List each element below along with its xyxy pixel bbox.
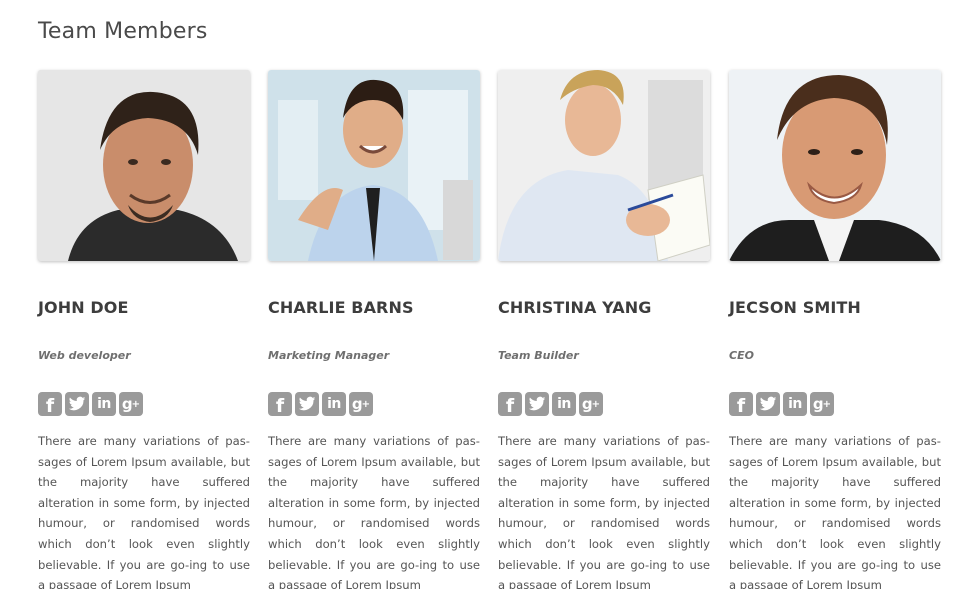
social-links: f in g + — [729, 392, 834, 417]
portrait-photo-icon — [38, 70, 250, 261]
linkedin-icon[interactable]: in — [322, 392, 346, 416]
facebook-icon[interactable]: f — [38, 392, 62, 417]
member-photo — [38, 70, 250, 261]
facebook-icon[interactable]: f — [729, 392, 753, 417]
portrait-photo-icon — [268, 70, 480, 261]
team-member-card: JECSON SMITH CEO f in g + There are many … — [729, 70, 941, 589]
google-plus-icon[interactable]: g + — [579, 392, 603, 416]
member-role: Marketing Manager — [268, 349, 390, 362]
facebook-icon[interactable]: f — [498, 392, 522, 417]
member-photo — [498, 70, 710, 261]
member-name: CHARLIE BARNS — [268, 298, 414, 317]
member-role: Web developer — [38, 349, 131, 362]
member-name: CHRISTINA YANG — [498, 298, 652, 317]
member-role: CEO — [729, 349, 754, 362]
team-members-grid: JOHN DOE Web developer f in g + There are… — [0, 0, 965, 589]
team-member-card: CHARLIE BARNS Marketing Manager f in g + … — [268, 70, 480, 589]
twitter-icon[interactable] — [756, 392, 780, 416]
member-bio: There are many variations of pas-sages o… — [729, 434, 941, 589]
member-bio: There are many variations of pas-sages o… — [498, 434, 710, 589]
twitter-icon[interactable] — [295, 392, 319, 416]
twitter-icon[interactable] — [525, 392, 549, 416]
twitter-icon[interactable] — [65, 392, 89, 416]
social-links: f in g + — [38, 392, 143, 417]
member-photo — [268, 70, 480, 261]
member-photo — [729, 70, 941, 261]
linkedin-icon[interactable]: in — [552, 392, 576, 416]
member-role: Team Builder — [498, 349, 579, 362]
portrait-photo-icon — [729, 70, 941, 261]
member-name: JECSON SMITH — [729, 298, 861, 317]
member-bio: There are many variations of pas-sages o… — [38, 434, 250, 589]
social-links: f in g + — [498, 392, 603, 417]
linkedin-icon[interactable]: in — [92, 392, 116, 416]
portrait-photo-icon — [498, 70, 710, 261]
google-plus-icon[interactable]: g + — [810, 392, 834, 416]
team-member-card: JOHN DOE Web developer f in g + There are… — [38, 70, 250, 589]
member-bio: There are many variations of pas-sages o… — [268, 434, 480, 589]
social-links: f in g + — [268, 392, 373, 417]
google-plus-icon[interactable]: g + — [349, 392, 373, 416]
facebook-icon[interactable]: f — [268, 392, 292, 417]
team-member-card: CHRISTINA YANG Team Builder f in g + Ther… — [498, 70, 710, 589]
linkedin-icon[interactable]: in — [783, 392, 807, 416]
member-name: JOHN DOE — [38, 298, 129, 317]
google-plus-icon[interactable]: g + — [119, 392, 143, 416]
